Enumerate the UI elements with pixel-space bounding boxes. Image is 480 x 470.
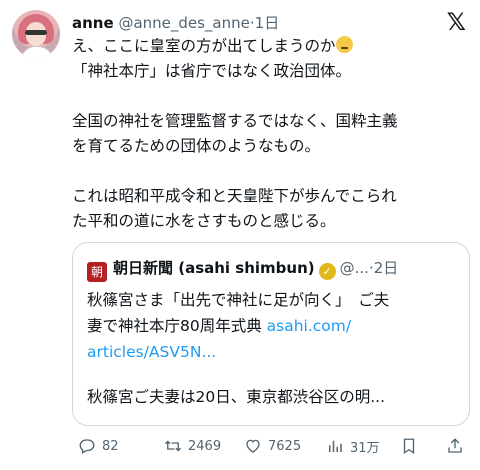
quoted-snippet: 秋篠宮ご夫妻は20日、東京都渋谷区の明... — [87, 388, 386, 406]
avatar-body — [20, 46, 54, 58]
repost-icon — [165, 440, 181, 452]
sad-face-icon — [335, 36, 353, 53]
tweet-text-rest: 「神社本庁」は省庁ではなく政治団体。 全国の神社を管理監督するではなく、国粋主義… — [72, 62, 398, 230]
post-time[interactable]: 1日 — [255, 14, 280, 32]
bookmark-button[interactable] — [400, 434, 424, 458]
author-name[interactable]: anne — [72, 14, 114, 32]
quoted-body: 秋篠宮さま「出先で神社に足が向く」 ご夫 妻で神社本庁80周年式典 asahi.… — [87, 287, 457, 365]
avatar[interactable] — [12, 10, 60, 58]
repost-button[interactable]: 2469 — [164, 434, 221, 458]
action-bar: 82 2469 7625 31万 — [72, 434, 472, 458]
x-logo-icon[interactable]: 𝕏 — [447, 8, 466, 36]
quoted-source-name: 朝日新聞 (asahi shimbun) — [113, 259, 315, 277]
author-handle[interactable]: @anne_des_anne — [118, 14, 249, 32]
tweet-text-line1: え、ここに皇室の方が出てしまうのか — [72, 37, 336, 55]
heart-icon — [246, 439, 260, 453]
quoted-header: 朝朝日新聞 (asahi shimbun) ✓ @...·2日 — [87, 257, 399, 282]
avatar-glasses — [25, 30, 47, 35]
quoted-time: 2日 — [373, 259, 399, 277]
verified-badge-icon: ✓ — [318, 263, 336, 280]
quoted-post-card[interactable]: 朝朝日新聞 (asahi shimbun) ✓ @...·2日 秋篠宮さま「出先で神… — [72, 242, 470, 426]
bookmark-icon — [403, 438, 415, 455]
tweet-text: え、ここに皇室の方が出てしまうのか 「神社本庁」は省庁ではなく政治団体。 全国の… — [72, 34, 472, 234]
tweet-header: anne @anne_des_anne·1日 — [72, 12, 430, 34]
views-count: 31万 — [350, 440, 380, 456]
repost-count: 2469 — [188, 438, 222, 454]
quoted-handle: @... — [339, 259, 369, 277]
reply-icon — [79, 439, 95, 454]
like-button[interactable]: 7625 — [244, 434, 301, 458]
asahi-logo-icon: 朝 — [87, 262, 107, 282]
share-button[interactable] — [446, 434, 470, 458]
reply-button[interactable]: 82 — [78, 434, 119, 458]
share-icon — [448, 438, 462, 453]
reply-count: 82 — [102, 438, 119, 454]
like-count: 7625 — [268, 438, 302, 454]
views-icon — [329, 440, 342, 452]
views-button[interactable]: 31万 — [326, 434, 380, 458]
